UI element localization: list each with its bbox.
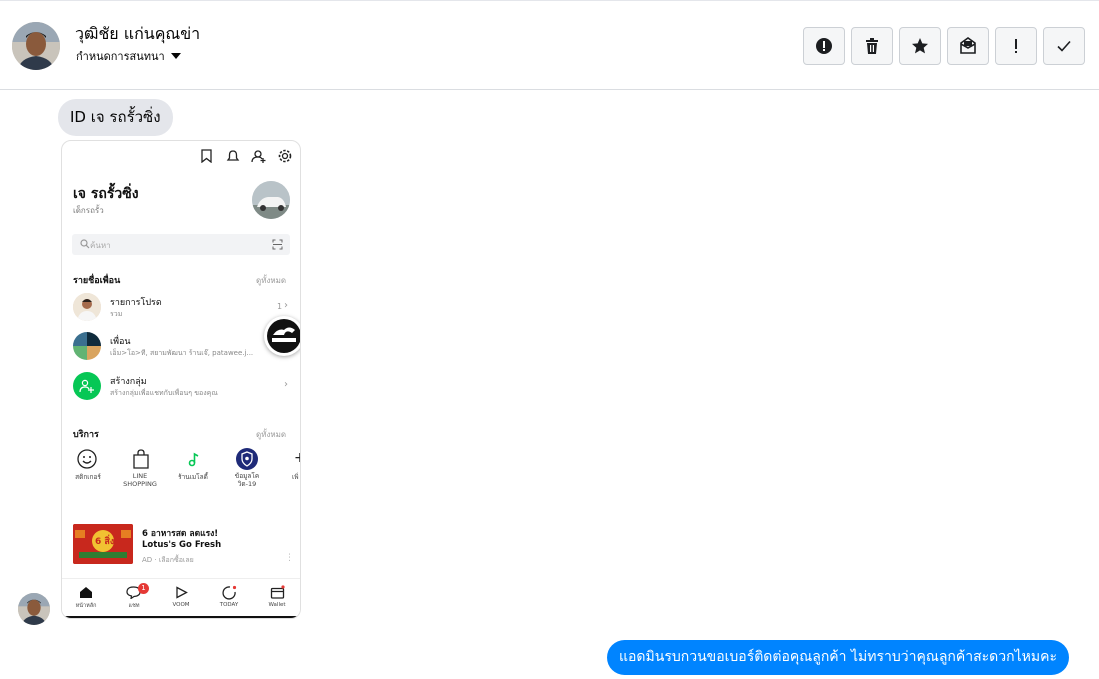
line-service-label: LINE SHOPPING bbox=[123, 472, 157, 488]
line-service-label: ข้อมูลโค วิด-19 bbox=[234, 472, 260, 488]
action-spam-button[interactable] bbox=[803, 27, 845, 65]
line-ad-sub: AD · เลือกซื้อเลย bbox=[142, 556, 194, 564]
sender-avatar[interactable] bbox=[18, 593, 50, 625]
search-icon bbox=[80, 239, 90, 249]
line-search-bar: ค้นหา bbox=[72, 234, 290, 255]
line-friend-avatar bbox=[73, 332, 101, 360]
line-profile-name: เจ รถรั้วซิ่ง bbox=[73, 186, 139, 202]
plus-icon: + bbox=[294, 450, 300, 466]
line-friend-count: 1 bbox=[277, 302, 283, 311]
add-friend-icon bbox=[79, 379, 94, 393]
line-chat-badge: 1 bbox=[138, 583, 149, 594]
line-services-section-title: บริการ bbox=[73, 430, 99, 440]
incoming-message-bubble[interactable]: ID เจ รถรั้วซิ่ง bbox=[58, 99, 173, 136]
action-delete-button[interactable] bbox=[851, 27, 893, 65]
scan-icon bbox=[272, 239, 283, 250]
voom-icon bbox=[176, 586, 188, 599]
conversation-actions bbox=[803, 27, 1085, 65]
action-done-button[interactable] bbox=[1043, 27, 1085, 65]
action-followup-button[interactable] bbox=[995, 27, 1037, 65]
line-create-group-icon bbox=[73, 372, 101, 400]
home-icon bbox=[80, 587, 92, 598]
line-tab-label: VOOM bbox=[172, 602, 190, 608]
line-tab-label: แชท bbox=[128, 603, 140, 609]
line-friend-title: เพื่อน bbox=[110, 337, 131, 347]
action-star-button[interactable] bbox=[899, 27, 941, 65]
covid-info-icon bbox=[236, 448, 258, 470]
car-repair-logo bbox=[264, 316, 300, 356]
line-ad-image-text: 6 สิ่ง bbox=[95, 537, 115, 547]
line-friend-subtitle: เอ็ม>โอ>ที, สยามพัฒนา ร้านเจ๊, patawee.j… bbox=[110, 349, 254, 357]
incoming-image-attachment[interactable]: เจ รถรั้วซิ่ง เด็กรถรั้ว ค้นหา รายชื่อเพ… bbox=[61, 140, 301, 619]
contact-name[interactable]: วุฒิชัย แก่นคุณข่า bbox=[75, 22, 200, 47]
line-ad-title: 6 อาหารสด ลดแรง! bbox=[142, 529, 219, 539]
conversation-header: วุฒิชัย แก่นคุณข่า กำหนดการสนทนา bbox=[0, 0, 1099, 90]
alert-circle-icon bbox=[816, 38, 832, 54]
melody-icon bbox=[188, 452, 199, 467]
line-tab-label: หน้าหลัก bbox=[75, 603, 97, 609]
line-service-label: เพิ่ bbox=[292, 473, 299, 481]
chevron-right-icon: › bbox=[284, 300, 288, 311]
home-indicator-bar bbox=[62, 616, 300, 618]
mail-unread-icon bbox=[960, 37, 976, 54]
line-friends-see-all: ดูทั้งหมด bbox=[256, 276, 287, 285]
line-friend-subtitle: สร้างกลุ่มเพื่อแชทกับเพื่อนๆ ของคุณ bbox=[110, 389, 218, 397]
line-top-icons bbox=[201, 149, 292, 163]
line-friend-title: รายการโปรด bbox=[110, 298, 162, 308]
line-profile-avatar bbox=[252, 181, 290, 219]
line-services-see-all: ดูทั้งหมด bbox=[256, 430, 287, 439]
line-profile-status: เด็กรถรั้ว bbox=[73, 206, 104, 215]
caret-down-icon bbox=[170, 53, 181, 59]
line-friend-avatar bbox=[73, 293, 101, 321]
conversation-settings-dropdown[interactable]: กำหนดการสนทนา bbox=[76, 47, 181, 65]
line-tab-label: TODAY bbox=[219, 602, 239, 608]
sticker-icon bbox=[77, 449, 97, 469]
contact-avatar[interactable] bbox=[12, 22, 60, 70]
line-service-label: ร้านเมโลดี้ bbox=[178, 473, 208, 481]
messenger-conversation: วุฒิชัย แก่นคุณข่า กำหนดการสนทนา ID เจ ร… bbox=[0, 0, 1099, 679]
shopping-bag-icon bbox=[133, 449, 149, 469]
line-ad-image: 6 สิ่ง bbox=[73, 524, 133, 564]
line-friends-section-title: รายชื่อเพื่อน bbox=[73, 276, 121, 286]
exclamation-icon bbox=[1015, 39, 1017, 53]
line-service-label: สติกเกอร์ bbox=[75, 473, 101, 481]
action-unread-button[interactable] bbox=[947, 27, 989, 65]
chevron-right-icon: › bbox=[284, 379, 288, 390]
trash-icon bbox=[866, 38, 878, 54]
line-friend-title: สร้างกลุ่ม bbox=[110, 377, 147, 387]
line-tab-bar: 1 หน้าหลัก แชท VOOM TODAY Wallet bbox=[62, 578, 300, 616]
line-search-placeholder: ค้นหา bbox=[90, 241, 111, 250]
conversation-settings-label: กำหนดการสนทนา bbox=[76, 50, 165, 63]
star-icon bbox=[912, 38, 928, 54]
outgoing-message-bubble[interactable]: แอดมินรบกวนขอเบอร์ติดต่อคุณลูกค้า ไม่ทรา… bbox=[607, 640, 1069, 675]
line-tab-label: Wallet bbox=[268, 602, 286, 608]
wallet-icon bbox=[270, 585, 285, 599]
today-icon bbox=[222, 585, 237, 600]
check-icon bbox=[1057, 40, 1071, 52]
more-options-icon: ⋮ bbox=[285, 553, 294, 563]
line-ad-brand: Lotus's Go Fresh bbox=[142, 540, 222, 550]
line-friend-subtitle: รวม bbox=[110, 310, 123, 318]
